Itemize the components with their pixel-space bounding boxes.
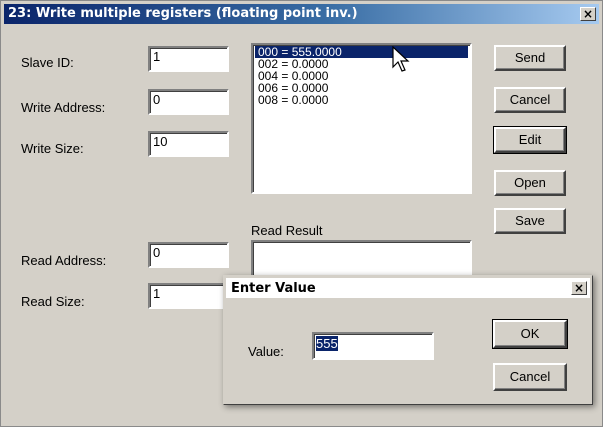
window-title: 23: Write multiple registers (floating p…: [8, 6, 358, 21]
write-size-input[interactable]: 10: [148, 131, 229, 157]
dialog-title: Enter Value: [231, 281, 316, 296]
value-input[interactable]: 555: [312, 332, 434, 360]
send-button[interactable]: Send: [494, 45, 566, 71]
ok-button[interactable]: OK: [492, 319, 568, 349]
dialog-title-bar: Enter Value ×: [226, 278, 590, 298]
open-button[interactable]: Open: [494, 170, 566, 196]
slave-id-input[interactable]: 1: [148, 46, 229, 72]
value-label: Value:: [248, 344, 284, 359]
read-address-input[interactable]: 0: [148, 242, 229, 268]
read-result-field: [251, 240, 472, 280]
enter-value-dialog: Enter Value × Value: 555 OK Cancel: [223, 275, 593, 405]
value-input-text: 555: [316, 336, 338, 351]
read-size-input[interactable]: 1: [148, 283, 229, 309]
write-address-label: Write Address:: [21, 100, 106, 115]
title-bar: 23: Write multiple registers (floating p…: [4, 4, 599, 24]
slave-id-label: Slave ID:: [21, 55, 74, 70]
read-address-label: Read Address:: [21, 253, 107, 268]
read-size-label: Read Size:: [21, 294, 85, 309]
close-icon[interactable]: ×: [580, 7, 596, 21]
write-size-label: Write Size:: [21, 141, 84, 156]
list-item[interactable]: 008 = 0.0000: [255, 94, 468, 106]
write-address-input[interactable]: 0: [148, 89, 229, 115]
dialog-cancel-button[interactable]: Cancel: [493, 363, 567, 391]
register-list[interactable]: 000 = 555.0000 002 = 0.0000 004 = 0.0000…: [251, 43, 472, 194]
mouse-pointer-icon: [392, 46, 410, 72]
save-button[interactable]: Save: [494, 208, 566, 234]
edit-button[interactable]: Edit: [493, 126, 567, 154]
dialog-close-icon[interactable]: ×: [571, 281, 587, 295]
cancel-button[interactable]: Cancel: [494, 87, 566, 113]
read-result-label: Read Result: [251, 223, 323, 238]
